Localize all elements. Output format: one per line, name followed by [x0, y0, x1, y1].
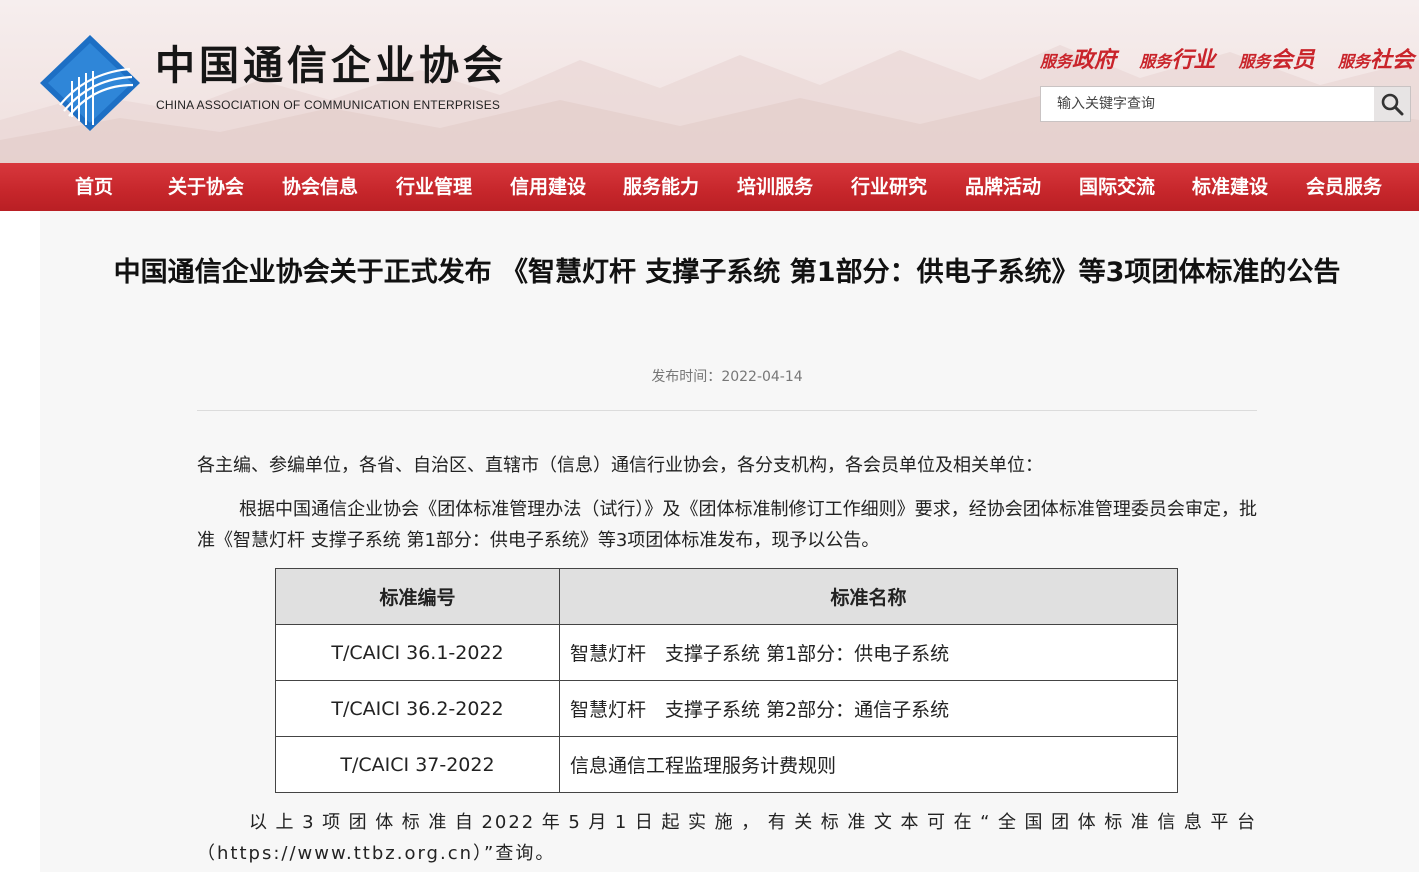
search-button[interactable]	[1374, 87, 1410, 121]
nav-association-info[interactable]: 协会信息	[282, 163, 358, 211]
column-header-code: 标准编号	[275, 568, 560, 625]
slogan-item: 服务 行业	[1139, 47, 1216, 73]
standard-code: T/CAICI 37-2022	[275, 736, 560, 793]
nav-brand-activities[interactable]: 品牌活动	[965, 163, 1041, 211]
slogan-item: 服务 会员	[1238, 47, 1315, 73]
nav-service-capability[interactable]: 服务能力	[623, 163, 699, 211]
site-name-en: CHINA ASSOCIATION OF COMMUNICATION ENTER…	[156, 98, 501, 112]
table-row: T/CAICI 37-2022 信息通信工程监理服务计费规则	[275, 736, 1178, 793]
article-body: 根据中国通信企业协会《团体标准管理办法（试行）》及《团体标准制修订工作细则》要求…	[197, 499, 1257, 551]
standard-name: 智慧灯杆 支撑子系统 第1部分：供电子系统	[559, 624, 1178, 681]
nav-standards[interactable]: 标准建设	[1192, 163, 1268, 211]
column-header-name: 标准名称	[559, 568, 1178, 625]
search-box	[1040, 86, 1411, 122]
site-header: 中国通信企业协会 CHINA ASSOCIATION OF COMMUNICAT…	[0, 0, 1419, 163]
table-row: T/CAICI 36.1-2022 智慧灯杆 支撑子系统 第1部分：供电子系统	[275, 624, 1178, 681]
association-logo-icon[interactable]	[38, 33, 142, 133]
nav-industry-management[interactable]: 行业管理	[396, 163, 472, 211]
nav-international[interactable]: 国际交流	[1079, 163, 1155, 211]
article-salutation: 各主编、参编单位，各省、自治区、直辖市（信息）通信行业协会，各分支机构，各会员单…	[197, 455, 1043, 476]
standard-name: 智慧灯杆 支撑子系统 第2部分：通信子系统	[559, 680, 1178, 737]
nav-about[interactable]: 关于协会	[168, 163, 244, 211]
nav-training[interactable]: 培训服务	[737, 163, 813, 211]
nav-industry-research[interactable]: 行业研究	[851, 163, 927, 211]
standard-code: T/CAICI 36.2-2022	[275, 680, 560, 737]
publish-date: 发布时间：2022-04-14	[651, 369, 803, 385]
main-nav: 首页 关于协会 协会信息 行业管理 信用建设 服务能力 培训服务 行业研究 品牌…	[0, 163, 1419, 211]
slogan-item: 服务 政府	[1040, 47, 1117, 73]
slogan: 服务 政府 服务 行业 服务 会员 服务 社会	[1040, 42, 1414, 76]
slogan-item: 服务 社会	[1337, 47, 1414, 73]
search-input[interactable]	[1041, 87, 1375, 121]
standard-name: 信息通信工程监理服务计费规则	[559, 736, 1178, 793]
site-name-cn: 中国通信企业协会	[155, 42, 507, 89]
search-icon	[1381, 93, 1404, 116]
table-row: T/CAICI 36.2-2022 智慧灯杆 支撑子系统 第2部分：通信子系统	[275, 680, 1178, 737]
nav-credit-building[interactable]: 信用建设	[510, 163, 586, 211]
article-footer: 以上3项团体标准自2022年5月1日起实施，有关标准文本可在“全国团体标准信息平…	[197, 812, 1257, 864]
nav-home[interactable]: 首页	[75, 163, 113, 211]
nav-member-services[interactable]: 会员服务	[1306, 163, 1382, 211]
divider	[197, 410, 1257, 411]
standards-table: 标准编号 标准名称 T/CAICI 36.1-2022 智慧灯杆 支撑子系统 第…	[275, 568, 1178, 793]
table-header-row: 标准编号 标准名称	[275, 568, 1178, 625]
standard-code: T/CAICI 36.1-2022	[275, 624, 560, 681]
article-title: 中国通信企业协会关于正式发布 《智慧灯杆 支撑子系统 第1部分：供电子系统》等3…	[113, 257, 1341, 288]
